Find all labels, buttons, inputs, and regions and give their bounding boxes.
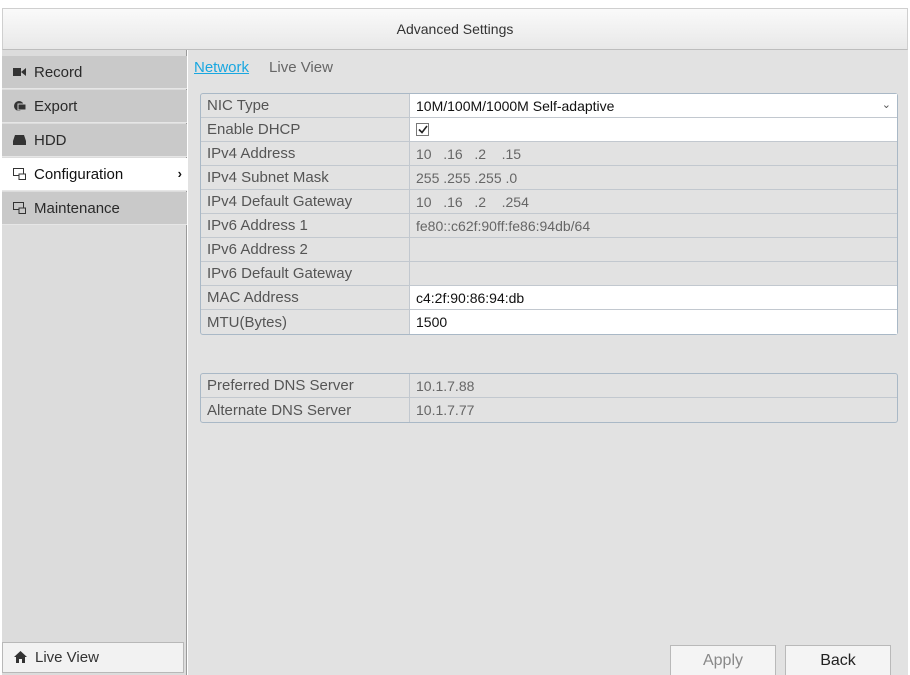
maintenance-icon [13, 202, 26, 215]
ipv6-address-1-row: IPv6 Address 1 fe80::c62f:90ff:fe86:94db… [201, 214, 897, 238]
mtu-row: MTU(Bytes) 1500 [201, 310, 897, 334]
ipv4-mask-label: IPv4 Subnet Mask [201, 166, 410, 189]
ipv4-address-row: IPv4 Address 10 .16 .2 .15 [201, 142, 897, 166]
alternate-dns-row: Alternate DNS Server 10.1.7.77 [201, 398, 897, 422]
sidebar-item-record[interactable]: Record [2, 56, 187, 89]
live-view-button[interactable]: Live View [2, 642, 184, 673]
ipv4-address-field[interactable]: 10 .16 .2 .15 [410, 142, 897, 165]
settings-panel: Network Live View NIC Type 10M/100M/1000… [188, 50, 908, 675]
sidebar-item-label: Export [34, 97, 78, 115]
preferred-dns-row: Preferred DNS Server 10.1.7.88 [201, 374, 897, 398]
tab-live-view[interactable]: Live View [269, 59, 333, 76]
sidebar-item-export[interactable]: Export [2, 90, 187, 123]
mac-address-value: c4:2f:90:86:94:db [416, 289, 525, 306]
alternate-dns-label: Alternate DNS Server [201, 398, 410, 422]
nic-type-row: NIC Type 10M/100M/1000M Self-adaptive ⌄ [201, 94, 897, 118]
ipv4-gateway-field[interactable]: 10 .16 .2 .254 [410, 190, 897, 213]
sidebar-item-configuration[interactable]: Configuration › [2, 158, 187, 191]
enable-dhcp-checkbox[interactable] [416, 123, 429, 136]
enable-dhcp-cell [410, 118, 897, 141]
hdd-icon [13, 134, 26, 147]
ipv4-mask-field[interactable]: 255 .255 .255 .0 [410, 166, 897, 189]
enable-dhcp-row: Enable DHCP [201, 118, 897, 142]
home-icon [14, 651, 27, 664]
back-button[interactable]: Back [785, 645, 891, 675]
export-icon [13, 100, 26, 113]
ipv4-gateway-row: IPv4 Default Gateway 10 .16 .2 .254 [201, 190, 897, 214]
ipv4-mask-value: 255 .255 .255 .0 [416, 169, 518, 186]
mtu-value: 1500 [416, 314, 448, 330]
sidebar-item-hdd[interactable]: HDD [2, 124, 187, 157]
window-title: Advanced Settings [396, 21, 514, 37]
ipv4-gateway-label: IPv4 Default Gateway [201, 190, 410, 213]
sidebar-item-label: Configuration [34, 165, 124, 183]
preferred-dns-value: 10.1.7.88 [416, 377, 475, 394]
mtu-input[interactable]: 1500 [410, 310, 897, 334]
chevron-down-icon: ⌄ [881, 99, 891, 111]
sidebar-item-label: Maintenance [34, 199, 120, 217]
live-view-label: Live View [35, 649, 99, 666]
record-icon [13, 66, 26, 79]
tab-bar: Network Live View [194, 59, 333, 76]
alternate-dns-field[interactable]: 10.1.7.77 [410, 398, 897, 422]
sidebar-item-maintenance[interactable]: Maintenance [2, 192, 187, 225]
ipv6-address-1-field[interactable]: fe80::c62f:90ff:fe86:94db/64 [410, 214, 897, 237]
ipv4-gateway-value: 10 .16 .2 .254 [416, 193, 529, 210]
ipv6-address-2-field[interactable] [410, 238, 897, 261]
preferred-dns-label: Preferred DNS Server [201, 374, 410, 397]
dns-settings-table: Preferred DNS Server 10.1.7.88 Alternate… [200, 373, 898, 423]
nic-type-select[interactable]: 10M/100M/1000M Self-adaptive ⌄ [410, 94, 897, 117]
ipv4-address-value: 10 .16 .2 .15 [416, 145, 522, 162]
window-title-bar: Advanced Settings [2, 8, 908, 50]
sidebar-item-label: HDD [34, 131, 67, 149]
mac-address-row: MAC Address c4:2f:90:86:94:db [201, 286, 897, 310]
sidebar: Record Export HDD Configuration › Mainte… [2, 50, 187, 675]
ipv6-gateway-field[interactable] [410, 262, 897, 285]
nic-type-label: NIC Type [201, 94, 410, 117]
preferred-dns-field[interactable]: 10.1.7.88 [410, 374, 897, 397]
mac-address-field: c4:2f:90:86:94:db [410, 286, 897, 309]
ipv6-address-2-row: IPv6 Address 2 [201, 238, 897, 262]
sidebar-item-label: Record [34, 63, 83, 81]
mac-address-label: MAC Address [201, 286, 410, 309]
network-settings-table: NIC Type 10M/100M/1000M Self-adaptive ⌄ … [200, 93, 898, 335]
configuration-icon [13, 168, 26, 181]
nic-type-value: 10M/100M/1000M Self-adaptive [416, 97, 615, 114]
ipv4-mask-row: IPv4 Subnet Mask 255 .255 .255 .0 [201, 166, 897, 190]
mtu-label: MTU(Bytes) [201, 310, 410, 334]
ipv6-address-1-label: IPv6 Address 1 [201, 214, 410, 237]
alternate-dns-value: 10.1.7.77 [416, 402, 475, 418]
ipv6-address-2-label: IPv6 Address 2 [201, 238, 410, 261]
tab-network[interactable]: Network [194, 59, 249, 76]
ipv4-address-label: IPv4 Address [201, 142, 410, 165]
enable-dhcp-label: Enable DHCP [201, 118, 410, 141]
ipv6-address-1-value: fe80::c62f:90ff:fe86:94db/64 [416, 217, 591, 234]
apply-button[interactable]: Apply [670, 645, 776, 675]
chevron-right-icon: › [177, 166, 182, 181]
ipv6-gateway-row: IPv6 Default Gateway [201, 262, 897, 286]
ipv6-gateway-label: IPv6 Default Gateway [201, 262, 410, 285]
